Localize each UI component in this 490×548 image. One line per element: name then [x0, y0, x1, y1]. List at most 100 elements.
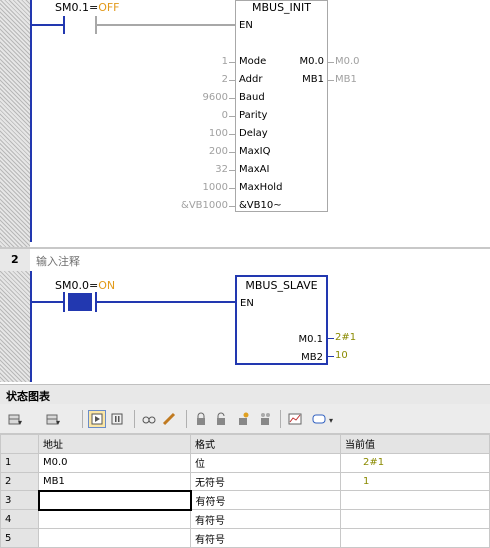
chart-icon[interactable] [286, 410, 304, 428]
contact-sm00-left-plate[interactable] [63, 292, 65, 312]
en-pin: EN [240, 298, 254, 309]
pause-icon[interactable] [108, 410, 126, 428]
address-cell[interactable] [38, 509, 191, 530]
input-value-vtab[interactable]: &VB1000 [181, 200, 228, 211]
power-rail [30, 0, 32, 242]
table-row[interactable]: 2 MB1 无符号 1 [0, 471, 490, 492]
input-value-maxhold[interactable]: 1000 [203, 182, 228, 193]
pin-tick [229, 62, 235, 63]
comment-icon[interactable]: ▾ [310, 410, 340, 428]
pin-init-error: MB1 [302, 74, 324, 85]
contact-sm00-right-plate[interactable] [95, 292, 97, 312]
network-comment[interactable]: 输入注释 [36, 253, 80, 269]
current-value-cell: 2#1 [340, 452, 490, 473]
pin-tick [229, 80, 235, 81]
pin-maxiq: MaxIQ [239, 146, 271, 157]
input-value-maxai[interactable]: 32 [215, 164, 228, 175]
toolbar-separator [82, 410, 83, 428]
pin-error: MB2 [301, 352, 323, 363]
table-row[interactable]: 3 有符号 [0, 489, 490, 511]
pin-addr: Addr [239, 74, 263, 85]
svg-text:▾: ▾ [329, 416, 333, 425]
address-column-header[interactable]: 地址 [38, 434, 191, 454]
pin-tick [229, 134, 235, 135]
glasses-icon[interactable] [140, 410, 158, 428]
contact-sm01-left-plate[interactable] [63, 16, 65, 34]
pin-tick [229, 170, 235, 171]
input-value-addr[interactable]: 2 [222, 74, 228, 85]
row-number[interactable]: 3 [0, 490, 39, 511]
contact-sm00-energized-fill [68, 293, 92, 311]
pin-mode: Mode [239, 56, 267, 67]
format-column-header[interactable]: 格式 [190, 434, 341, 454]
table-row[interactable]: 4 有符号 [0, 509, 490, 530]
format-cell[interactable]: 无符号 [190, 471, 341, 492]
input-value-baud[interactable]: 9600 [203, 92, 228, 103]
current-value-cell [340, 528, 490, 548]
table-header-row: 地址 格式 当前值 [0, 434, 490, 454]
address-cell[interactable]: M0.0 [38, 452, 191, 473]
input-value-delay[interactable]: 100 [209, 128, 228, 139]
format-cell[interactable]: 有符号 [190, 490, 341, 511]
current-value-cell [340, 490, 490, 511]
unforce-all-icon[interactable] [256, 410, 274, 428]
input-value-parity[interactable]: 0 [222, 110, 228, 121]
pin-parity: Parity [239, 110, 268, 121]
status-chart-table[interactable]: 地址 格式 当前值 1 M0.0 位 2#1 2 MB1 无符号 1 3 有符号… [0, 434, 490, 548]
pin-maxhold: MaxHold [239, 182, 283, 193]
pin-tick [328, 338, 334, 339]
pin-tick [229, 152, 235, 153]
output-value-error[interactable]: 10 [335, 350, 348, 361]
row-number[interactable]: 4 [0, 509, 39, 530]
pin-vtab: &VB10~ [239, 200, 282, 211]
pencil-icon[interactable] [160, 410, 178, 428]
svg-text:▾: ▾ [56, 418, 60, 427]
contact-sm00-label: SM0.0=ON [55, 279, 116, 292]
network-separator [0, 247, 490, 249]
force-icon[interactable] [234, 410, 252, 428]
power-rail-network2 [30, 271, 32, 382]
mbus-init-block[interactable]: MBUS_INIT EN Mode Addr Baud Parity Delay… [235, 0, 328, 212]
pin-tick [229, 188, 235, 189]
trend-view-icon[interactable] [88, 410, 106, 428]
add-row-icon[interactable]: ▾ [6, 410, 24, 428]
row-number[interactable]: 5 [0, 528, 39, 548]
current-value-column-header[interactable]: 当前值 [340, 434, 490, 454]
pin-tick [229, 206, 235, 207]
ladder-gutter [0, 0, 30, 382]
network-number[interactable]: 2 [0, 249, 30, 271]
current-value-cell [340, 509, 490, 530]
current-value-cell: 1 [340, 471, 490, 492]
address-cell-selected[interactable] [37, 489, 192, 511]
format-cell[interactable]: 有符号 [190, 528, 341, 548]
row-number[interactable]: 1 [0, 452, 39, 473]
input-value-mode[interactable]: 1 [222, 56, 228, 67]
table-row[interactable]: 1 M0.0 位 2#1 [0, 452, 490, 473]
input-value-maxiq[interactable]: 200 [209, 146, 228, 157]
output-value-done[interactable]: M0.0 [335, 56, 360, 67]
toolbar-separator [134, 410, 135, 428]
unlock-icon[interactable] [212, 410, 230, 428]
delete-row-icon[interactable]: ▾ [44, 410, 62, 428]
address-cell[interactable]: MB1 [38, 471, 191, 492]
block-title: MBUS_SLAVE [245, 279, 318, 292]
output-value-error[interactable]: MB1 [335, 74, 357, 85]
pin-baud: Baud [239, 92, 265, 103]
status-chart-title: 状态图表 [0, 384, 490, 404]
pin-done: M0.1 [298, 334, 323, 345]
format-cell[interactable]: 位 [190, 452, 341, 473]
pin-delay: Delay [239, 128, 268, 139]
mbus-slave-block[interactable]: MBUS_SLAVE EN M0.1 MB2 [235, 275, 328, 365]
format-cell[interactable]: 有符号 [190, 509, 341, 530]
address-cell[interactable] [38, 528, 191, 548]
ladder-editor[interactable]: SM0.1=OFF MBUS_INIT EN Mode Addr Baud Pa… [0, 0, 490, 382]
svg-text:▾: ▾ [18, 418, 22, 427]
row-number[interactable]: 2 [0, 471, 39, 492]
status-chart-toolbar: ▾ ▾ ▾ [0, 404, 490, 434]
lock-icon[interactable] [192, 410, 210, 428]
wire-contact1-to-block [97, 24, 235, 26]
table-row[interactable]: 5 有符号 [0, 528, 490, 548]
toolbar-separator [186, 410, 187, 428]
pin-tick [328, 62, 334, 63]
output-value-done[interactable]: 2#1 [335, 332, 356, 343]
